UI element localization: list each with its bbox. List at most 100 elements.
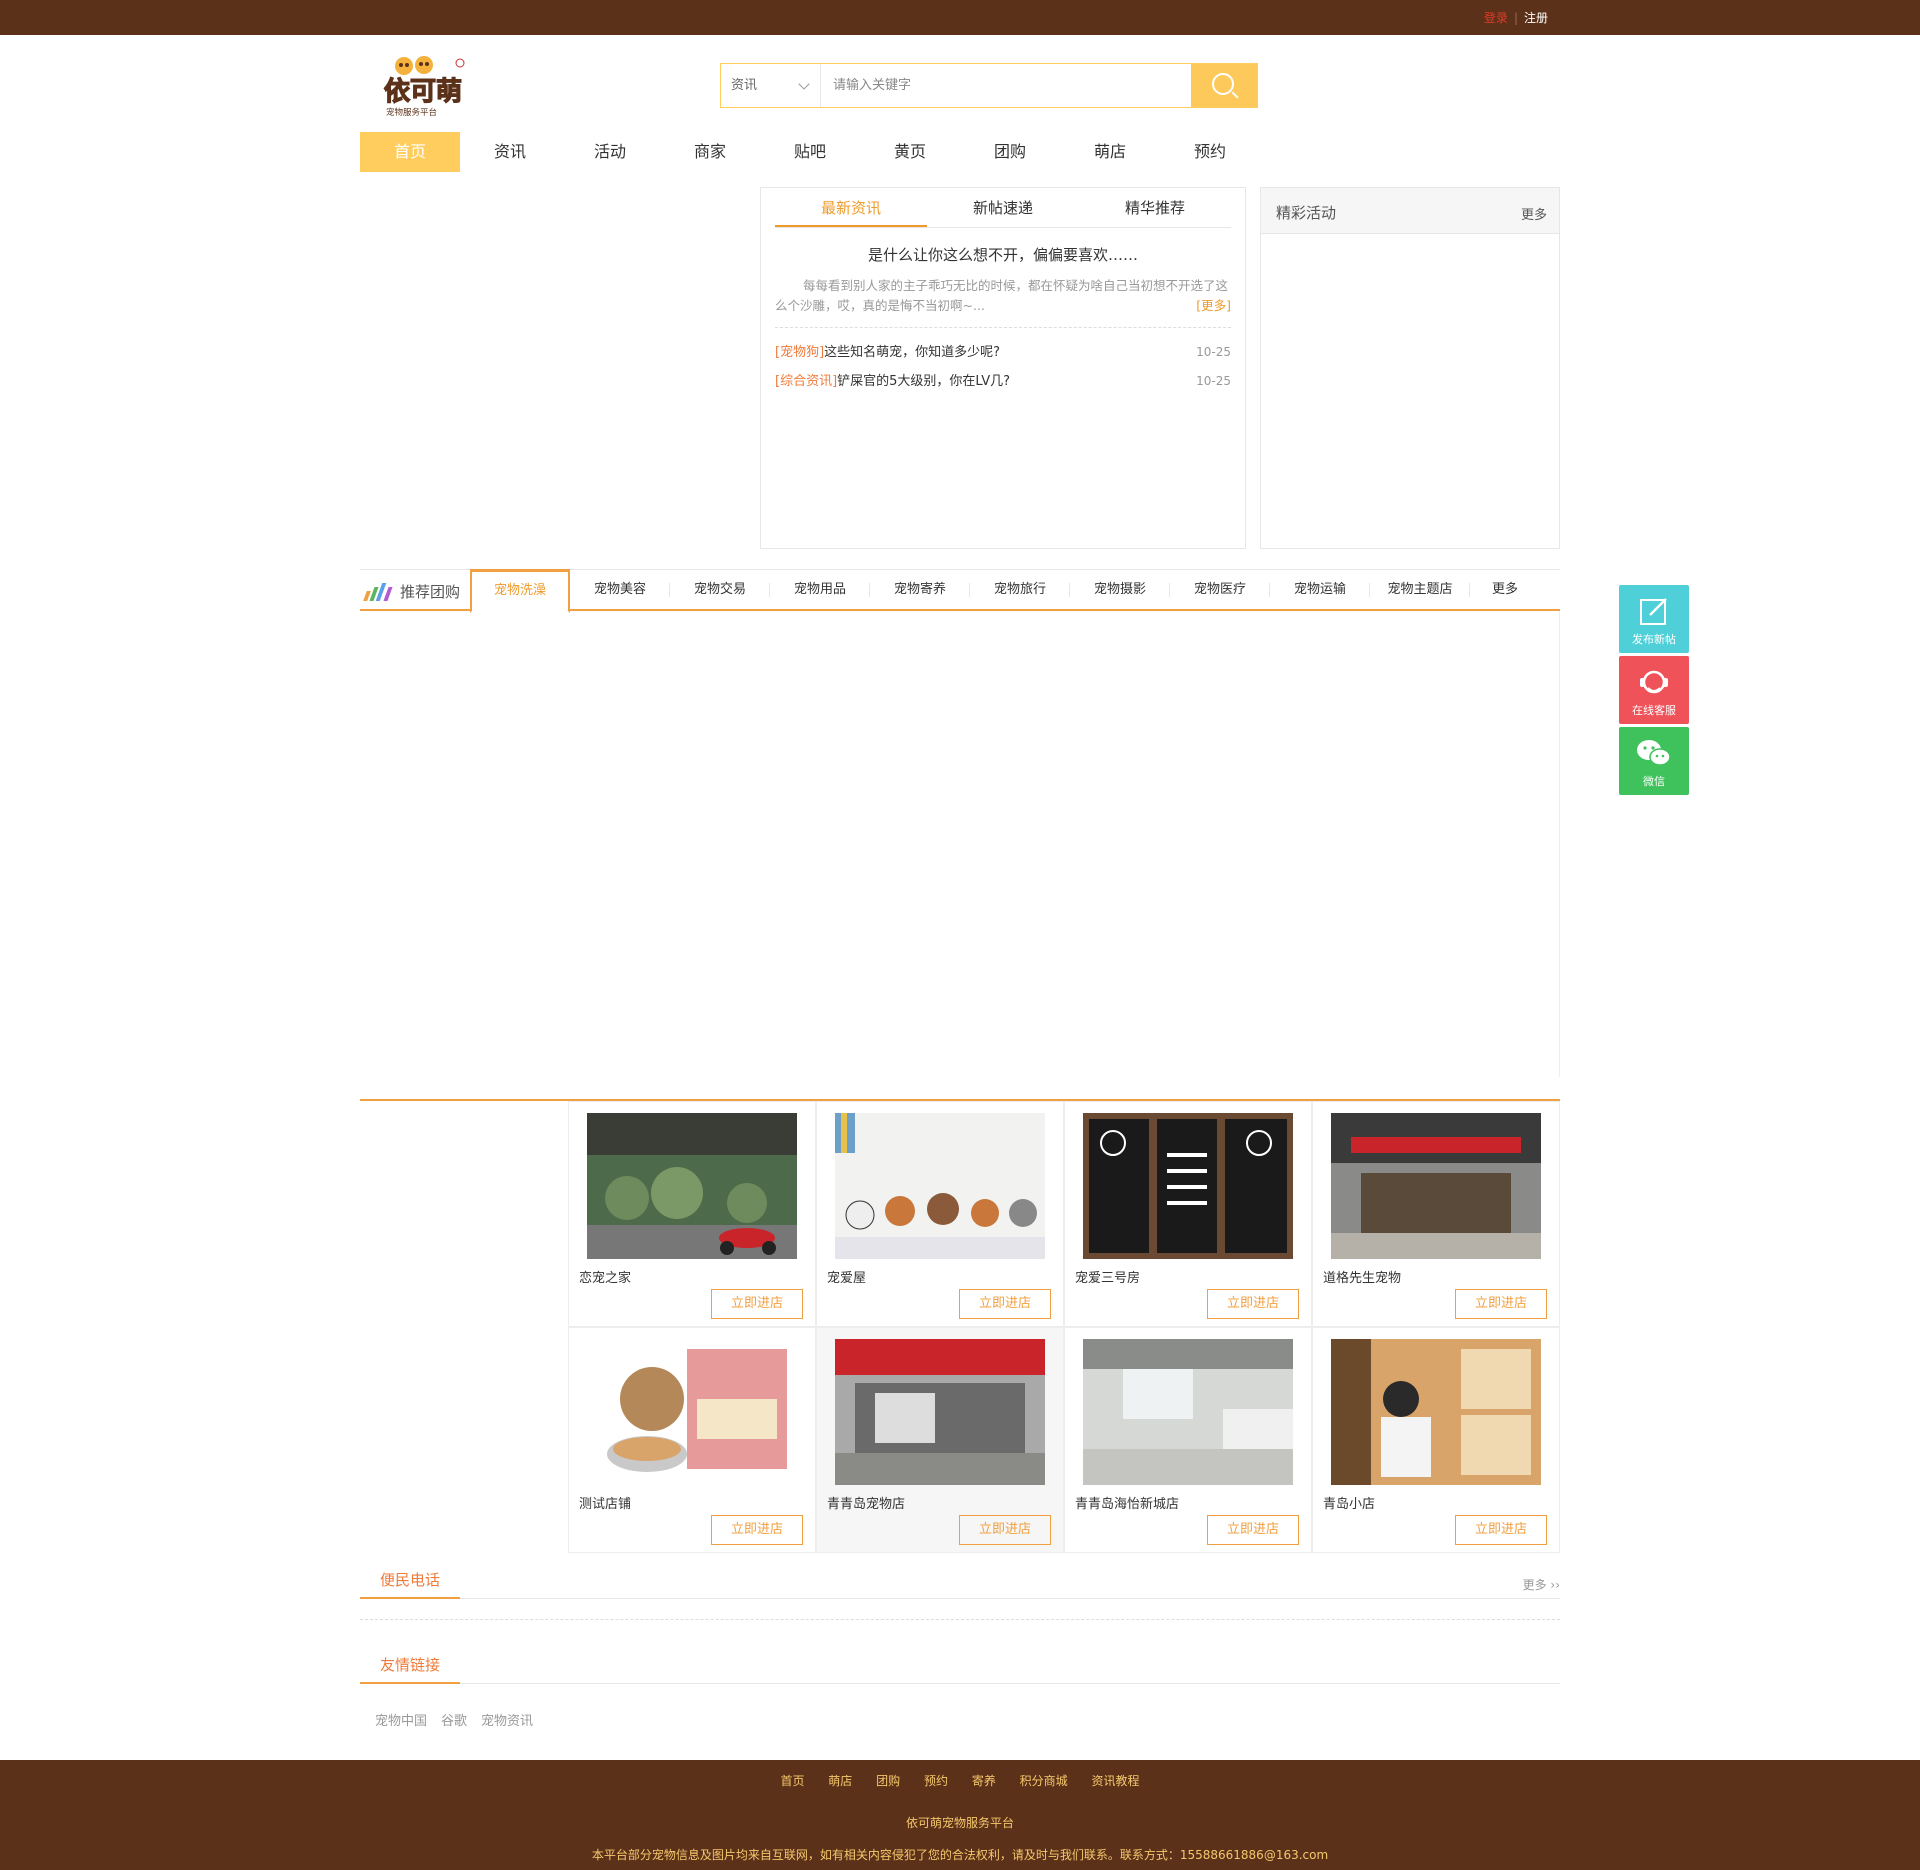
- friendly-links: 宠物中国 谷歌 宠物资讯: [375, 1710, 547, 1729]
- nav-item-events[interactable]: 活动: [560, 132, 660, 172]
- enter-shop-button[interactable]: 立即进店: [1455, 1515, 1547, 1545]
- friendly-link[interactable]: 宠物中国: [375, 1710, 427, 1729]
- tab-pet-trade[interactable]: 宠物交易: [670, 569, 770, 611]
- top-bar: 登录 | 注册: [0, 0, 1920, 35]
- nav-item-yellow-pages[interactable]: 黄页: [860, 132, 960, 172]
- tab-new-posts[interactable]: 新帖速递: [927, 198, 1079, 227]
- headset-icon: [1640, 670, 1668, 694]
- news-headline[interactable]: 是什么让你这么想不开，偏偏要喜欢……: [775, 244, 1231, 265]
- shop-card[interactable]: 青青岛海怡新城店 立即进店: [1064, 1327, 1312, 1553]
- shop-name: 道格先生宠物: [1323, 1271, 1402, 1286]
- activities-title: 精彩活动: [1276, 204, 1337, 222]
- footer-link[interactable]: 首页: [780, 1774, 804, 1788]
- group-buy-label: 推荐团购: [400, 583, 461, 601]
- search-input[interactable]: [821, 64, 1191, 107]
- shop-photo: [835, 1339, 1045, 1485]
- shop-photo: [1331, 1113, 1541, 1259]
- shop-name: 宠爱三号房: [1075, 1271, 1141, 1286]
- tab-pet-travel[interactable]: 宠物旅行: [970, 569, 1070, 611]
- footer-link[interactable]: 资讯教程: [1092, 1774, 1140, 1788]
- login-link[interactable]: 登录: [1484, 11, 1508, 25]
- news-panel: 最新资讯 新帖速递 精华推荐 是什么让你这么想不开，偏偏要喜欢…… 每每看到别人…: [760, 187, 1246, 549]
- enter-shop-button[interactable]: 立即进店: [711, 1515, 803, 1545]
- shop-name: 青岛小店: [1323, 1497, 1376, 1512]
- shop-card[interactable]: 道格先生宠物 立即进店: [1312, 1101, 1560, 1327]
- activities-header: 精彩活动 更多: [1261, 188, 1559, 234]
- nav-item-home[interactable]: 首页: [360, 132, 460, 172]
- links-section-title: 友情链接: [360, 1654, 460, 1684]
- news-title: 这些知名萌宠，你知道多少呢?: [824, 345, 1001, 360]
- footer: 首页 萌店 团购 预约 寄养 积分商城 资讯教程 依可萌宠物服务平台 本平台部分…: [0, 1760, 1920, 1870]
- enter-shop-button[interactable]: 立即进店: [959, 1515, 1051, 1545]
- news-tag: [综合资讯]: [775, 374, 838, 389]
- tab-pet-bath[interactable]: 宠物洗澡: [470, 569, 570, 613]
- list-item[interactable]: [宠物狗]这些知名萌宠，你知道多少呢? 10-25: [775, 338, 1231, 367]
- phone-more-link[interactable]: 更多 ››: [1523, 1576, 1560, 1593]
- main-nav: 首页 资讯 活动 商家 贴吧 黄页 团购 萌店 预约: [360, 132, 1260, 172]
- enter-shop-button[interactable]: 立即进店: [1207, 1289, 1299, 1319]
- shop-name: 恋宠之家: [579, 1271, 632, 1286]
- activities-more-link[interactable]: 更多: [1521, 204, 1547, 223]
- shop-photo: [835, 1113, 1045, 1259]
- news-more-link[interactable]: [更多]: [1168, 296, 1231, 316]
- wechat-button[interactable]: 微信: [1619, 727, 1689, 795]
- tab-pet-grooming[interactable]: 宠物美容: [570, 569, 670, 611]
- tab-more[interactable]: 更多: [1470, 569, 1540, 611]
- footer-link[interactable]: 寄养: [972, 1774, 996, 1788]
- footer-link[interactable]: 萌店: [828, 1774, 852, 1788]
- activities-panel: 精彩活动 更多: [1260, 187, 1560, 549]
- search-button[interactable]: [1191, 64, 1257, 107]
- footer-link[interactable]: 团购: [876, 1774, 900, 1788]
- shop-section: 恋宠之家 立即进店 宠爱屋 立即进店 宠爱三号房 立即进店 道格先生宠物 立即进…: [360, 1099, 1560, 1553]
- tab-pet-supplies[interactable]: 宠物用品: [770, 569, 870, 611]
- footer-nav: 首页 萌店 团购 预约 寄养 积分商城 资讯教程: [0, 1772, 1920, 1789]
- tab-pet-transport[interactable]: 宠物运输: [1270, 569, 1370, 611]
- search-category-select[interactable]: 资讯: [721, 64, 821, 107]
- account-links: 登录 | 注册: [1483, 11, 1548, 25]
- post-new-button[interactable]: 发布新帖: [1619, 585, 1689, 653]
- nav-item-booking[interactable]: 预约: [1160, 132, 1260, 172]
- list-item[interactable]: [综合资讯]铲屎官的5大级别，你在LV几? 10-25: [775, 367, 1231, 396]
- shop-card[interactable]: 宠爱屋 立即进店: [816, 1101, 1064, 1327]
- shop-photo: [587, 1113, 797, 1259]
- shop-card[interactable]: 青青岛宠物店 立即进店: [816, 1327, 1064, 1553]
- register-link[interactable]: 注册: [1524, 11, 1548, 25]
- friendly-link[interactable]: 宠物资讯: [481, 1710, 533, 1729]
- enter-shop-button[interactable]: 立即进店: [711, 1289, 803, 1319]
- footer-link[interactable]: 预约: [924, 1774, 948, 1788]
- shop-name: 测试店铺: [579, 1497, 632, 1512]
- links-section-header: 友情链接: [360, 1654, 1560, 1684]
- nav-item-news[interactable]: 资讯: [460, 132, 560, 172]
- enter-shop-button[interactable]: 立即进店: [1455, 1289, 1547, 1319]
- group-buy-category-tabs: 宠物洗澡 宠物美容 宠物交易 宠物用品 宠物寄养 宠物旅行 宠物摄影 宠物医疗 …: [470, 569, 1540, 613]
- tab-featured[interactable]: 精华推荐: [1079, 198, 1231, 227]
- tab-pet-medical[interactable]: 宠物医疗: [1170, 569, 1270, 611]
- shop-card[interactable]: 恋宠之家 立即进店: [568, 1101, 816, 1327]
- shop-photo: [1083, 1113, 1293, 1259]
- tab-latest-news[interactable]: 最新资讯: [775, 198, 927, 227]
- logo-image: 依可萌 宠物服务平台: [383, 56, 465, 118]
- divider: [775, 327, 1231, 328]
- tab-pet-theme-store[interactable]: 宠物主题店: [1370, 569, 1470, 611]
- nav-item-group-buy[interactable]: 团购: [960, 132, 1060, 172]
- shop-name: 青青岛宠物店: [827, 1497, 906, 1512]
- online-service-button[interactable]: 在线客服: [1619, 656, 1689, 724]
- enter-shop-button[interactable]: 立即进店: [959, 1289, 1051, 1319]
- site-logo[interactable]: 依可萌 宠物服务平台: [382, 52, 482, 120]
- news-list: [宠物狗]这些知名萌宠，你知道多少呢? 10-25 [综合资讯]铲屎官的5大级别…: [775, 338, 1231, 396]
- nav-item-shops[interactable]: 萌店: [1060, 132, 1160, 172]
- shop-card[interactable]: 测试店铺 立即进店: [568, 1327, 816, 1553]
- enter-shop-button[interactable]: 立即进店: [1207, 1515, 1299, 1545]
- shop-photo: [587, 1339, 797, 1485]
- friendly-link[interactable]: 谷歌: [441, 1710, 467, 1729]
- tab-pet-photography[interactable]: 宠物摄影: [1070, 569, 1170, 611]
- shop-card[interactable]: 青岛小店 立即进店: [1312, 1327, 1560, 1553]
- nav-item-forum[interactable]: 贴吧: [760, 132, 860, 172]
- tab-pet-boarding[interactable]: 宠物寄养: [870, 569, 970, 611]
- nav-item-merchants[interactable]: 商家: [660, 132, 760, 172]
- footer-link[interactable]: 积分商城: [1020, 1774, 1068, 1788]
- news-tabs: 最新资讯 新帖速递 精华推荐: [775, 198, 1231, 228]
- news-date: 10-25: [1196, 374, 1231, 388]
- shop-card[interactable]: 宠爱三号房 立即进店: [1064, 1101, 1312, 1327]
- post-new-label: 发布新帖: [1632, 633, 1676, 646]
